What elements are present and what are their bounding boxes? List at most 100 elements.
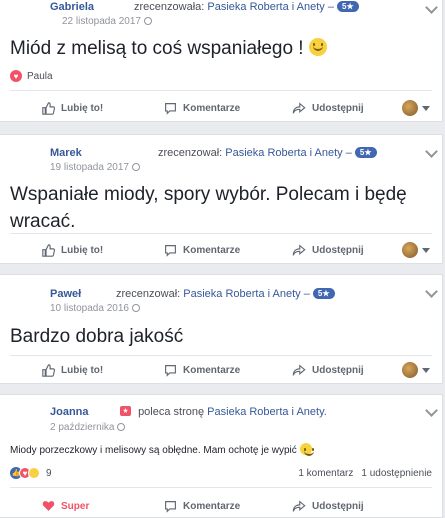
divider	[10, 487, 432, 488]
review-action: zrecenzował: Pasieka Roberta i Anety – 5…	[116, 288, 335, 300]
share-icon	[292, 101, 306, 114]
like-button[interactable]: Lubię to!	[42, 93, 103, 121]
review-action: zrecenzował: Pasieka Roberta i Anety – 5…	[158, 147, 377, 159]
thumbs-up-icon	[42, 101, 55, 115]
post-date[interactable]: 22 listopada 2017	[62, 16, 152, 27]
author-name[interactable]: Paweł	[50, 288, 81, 300]
page-link[interactable]: Pasieka Roberta i Anety –	[183, 288, 310, 300]
comment-label[interactable]: Komentarze	[183, 365, 240, 376]
post-date[interactable]: 2 października	[50, 422, 126, 433]
review-card: Gabriela zrecenzowała: Pasieka Roberta i…	[0, 0, 443, 122]
share-label[interactable]: Udostępnij	[312, 365, 364, 376]
share-icon	[292, 243, 306, 256]
chevron-down-icon[interactable]	[425, 404, 438, 417]
super-label[interactable]: Super	[61, 501, 89, 512]
heart-icon: ♥	[10, 70, 22, 82]
caret-down-icon[interactable]	[422, 368, 430, 373]
rating-badge: 5★	[312, 288, 335, 299]
share-icon	[292, 363, 306, 376]
shares-count[interactable]: 1 udostępnienie	[361, 468, 432, 479]
recommendation-card: Joanna poleca stronę Pasieka Roberta i A…	[0, 394, 443, 518]
savoring-food-emoji-icon	[299, 443, 314, 456]
thumbs-up-icon	[42, 243, 55, 257]
divider	[10, 233, 432, 234]
review-verb: zrecenzował:	[158, 147, 223, 159]
reaction-count[interactable]: 9	[46, 468, 52, 479]
date-text[interactable]: 10 listopada 2016	[50, 303, 129, 314]
review-card: Paweł zrecenzował: Pasieka Roberta i Ane…	[0, 274, 443, 384]
review-header: Joanna poleca stronę Pasieka Roberta i A…	[0, 395, 442, 435]
globe-icon	[117, 423, 126, 431]
avatar[interactable]	[402, 242, 418, 258]
chevron-down-icon[interactable]	[425, 145, 438, 158]
review-header: Marek zrecenzował: Pasieka Roberta i Ane…	[0, 135, 442, 175]
review-action: poleca stronę Pasieka Roberta i Anety.	[120, 406, 327, 418]
globe-icon	[131, 304, 140, 312]
thumbs-up-icon	[42, 363, 55, 377]
reactions-summary[interactable]: 👍 ♥ 9 1 komentarz 1 udostępnienie	[10, 467, 432, 479]
post-text: Miody porzeczkowy i melisowy są obłędne.…	[10, 445, 297, 456]
review-verb: zrecenzowała:	[134, 1, 205, 13]
like-label[interactable]: Lubię to!	[61, 103, 103, 114]
comment-button[interactable]: Komentarze	[164, 235, 240, 263]
date-text[interactable]: 19 listopada 2017	[50, 162, 129, 173]
avatar[interactable]	[402, 100, 418, 116]
rating-badge: 5★	[337, 1, 359, 12]
caret-down-icon[interactable]	[422, 106, 430, 111]
comment-label[interactable]: Komentarze	[183, 501, 240, 512]
share-button[interactable]: Udostępnij	[292, 93, 364, 121]
globe-icon	[131, 163, 140, 171]
chevron-down-icon[interactable]	[425, 1, 438, 14]
recommend-icon	[120, 406, 131, 416]
reactions-summary[interactable]: ♥ Paula	[10, 70, 432, 82]
post-date[interactable]: 10 listopada 2016	[50, 303, 140, 314]
date-text[interactable]: 2 października	[50, 422, 114, 433]
comment-label[interactable]: Komentarze	[183, 103, 240, 114]
share-label[interactable]: Udostępnij	[312, 245, 364, 256]
date-text[interactable]: 22 listopada 2017	[62, 16, 141, 27]
author-name[interactable]: Gabriela	[50, 1, 94, 13]
review-action: zrecenzowała: Pasieka Roberta i Anety – …	[134, 1, 359, 13]
share-button[interactable]: Udostępnij	[292, 355, 364, 383]
share-icon	[292, 499, 306, 512]
divider	[10, 90, 432, 91]
like-button[interactable]: Lubię to!	[42, 355, 103, 383]
author-name[interactable]: Marek	[50, 147, 82, 159]
comment-button[interactable]: Komentarze	[164, 93, 240, 121]
smile-emoji-icon	[308, 38, 327, 56]
comment-icon	[165, 102, 176, 115]
page-link[interactable]: Pasieka Roberta i Anety.	[207, 406, 327, 418]
avatar[interactable]	[402, 362, 418, 378]
reactor-name[interactable]: Paula	[27, 71, 53, 82]
comment-label[interactable]: Komentarze	[183, 245, 240, 256]
action-bar: Lubię to! Komentarze Udostępnij	[0, 93, 442, 121]
like-label[interactable]: Lubię to!	[61, 245, 103, 256]
action-bar: Lubię to! Komentarze Udostępnij	[0, 235, 442, 263]
review-header: Paweł zrecenzował: Pasieka Roberta i Ane…	[0, 275, 442, 315]
comment-icon	[165, 500, 176, 513]
rating-badge: 5★	[354, 147, 377, 158]
chevron-down-icon[interactable]	[425, 285, 438, 298]
haha-reaction-icon	[28, 467, 40, 479]
like-label[interactable]: Lubię to!	[61, 365, 103, 376]
review-header: Gabriela zrecenzowała: Pasieka Roberta i…	[0, 0, 442, 37]
caret-down-icon[interactable]	[422, 248, 430, 253]
post-date[interactable]: 19 listopada 2017	[50, 162, 140, 173]
comment-icon	[165, 364, 176, 377]
action-bar: Lubię to! Komentarze Udostępnij	[0, 355, 442, 383]
review-text-block: Miód z melisą to coś wspaniałego !	[10, 35, 327, 62]
share-label[interactable]: Udostępnij	[312, 103, 364, 114]
comments-count[interactable]: 1 komentarz	[298, 468, 353, 479]
review-text: Miód z melisą to coś wspaniałego !	[10, 38, 304, 59]
like-button[interactable]: Lubię to!	[42, 235, 103, 263]
share-label[interactable]: Udostępnij	[312, 501, 364, 512]
heart-outline-icon	[42, 501, 55, 511]
share-button[interactable]: Udostępnij	[292, 235, 364, 263]
page-link[interactable]: Pasieka Roberta i Anety –	[207, 1, 334, 13]
comment-button[interactable]: Komentarze	[164, 355, 240, 383]
page-link[interactable]: Pasieka Roberta i Anety –	[225, 147, 352, 159]
post-text-block: Miody porzeczkowy i melisowy są obłędne.…	[10, 443, 314, 456]
review-text: Wspaniałe miody, spory wybór. Polecam i …	[10, 184, 407, 232]
author-name[interactable]: Joanna	[50, 406, 89, 418]
review-verb: zrecenzował:	[116, 288, 181, 300]
